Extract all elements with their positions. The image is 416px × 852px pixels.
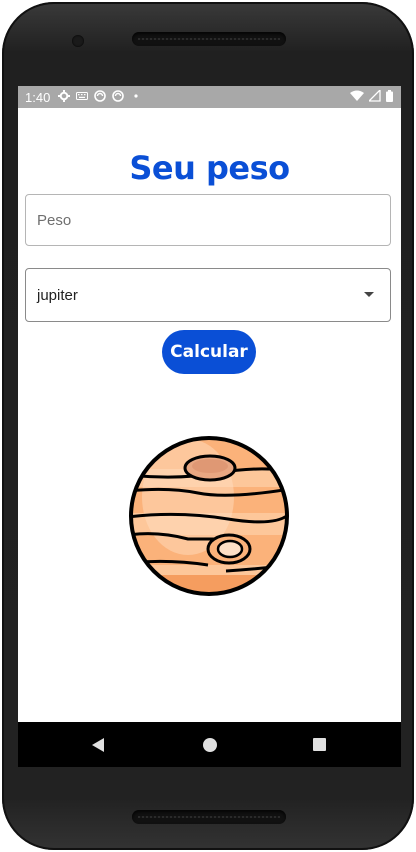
sync-icon bbox=[94, 90, 106, 102]
device-frame: 1:40 Seu peso jupiter Calcular bbox=[2, 2, 414, 850]
system-icons bbox=[350, 90, 393, 102]
status-bar: 1:40 bbox=[18, 86, 401, 108]
jupiter-planet-icon bbox=[129, 436, 289, 596]
notification-icons bbox=[58, 90, 142, 102]
page-title: Seu peso bbox=[129, 149, 290, 187]
camera-lens bbox=[72, 35, 84, 47]
status-time: 1:40 bbox=[25, 90, 51, 105]
weight-field[interactable] bbox=[25, 194, 391, 246]
signal-icon bbox=[369, 90, 381, 102]
wifi-icon bbox=[350, 90, 364, 101]
planet-select-value: jupiter bbox=[37, 287, 78, 304]
weight-input[interactable] bbox=[37, 212, 367, 229]
screen: 1:40 Seu peso jupiter Calcular bbox=[18, 86, 401, 767]
sync-icon bbox=[112, 90, 124, 102]
navigation-bar bbox=[18, 722, 401, 767]
recents-icon[interactable] bbox=[313, 738, 326, 751]
bottom-speaker bbox=[132, 810, 286, 824]
calculate-button[interactable]: Calcular bbox=[162, 330, 256, 374]
earpiece-speaker bbox=[132, 32, 286, 46]
home-icon[interactable] bbox=[203, 738, 217, 752]
back-icon[interactable] bbox=[92, 738, 104, 752]
dropdown-arrow-icon[interactable] bbox=[364, 292, 374, 297]
planet-select[interactable]: jupiter bbox=[25, 268, 391, 322]
dot-icon bbox=[134, 94, 138, 98]
gear-icon bbox=[58, 90, 70, 102]
keyboard-icon bbox=[76, 92, 88, 100]
battery-icon bbox=[386, 90, 393, 102]
